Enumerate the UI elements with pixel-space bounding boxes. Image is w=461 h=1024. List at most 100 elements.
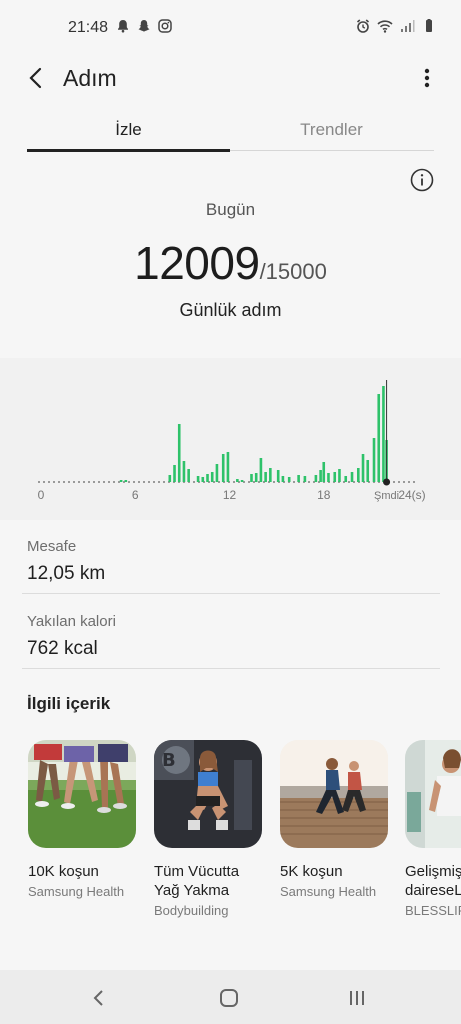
battery-icon: [426, 19, 432, 32]
chart-bar: [314, 475, 318, 482]
navigation-bar: [0, 970, 461, 1024]
chart-bar: [327, 473, 330, 482]
chart-bar: [221, 454, 225, 482]
chart-bar: [259, 458, 263, 482]
related-content: İlgili içerik 10K koşun Samsung Health B…: [0, 670, 461, 970]
chart-bar: [236, 479, 239, 482]
stat-distance-value: 12,05 km: [27, 563, 106, 584]
chart-bar: [124, 480, 128, 482]
steps-caption: Günlük adım: [179, 300, 282, 320]
chart-bar: [168, 475, 172, 482]
chart-bar: [182, 461, 186, 482]
svg-text:B: B: [162, 750, 176, 771]
x-tick-label: 18: [317, 488, 331, 502]
card-title-line: Tüm Vücutta: [154, 863, 240, 880]
x-tick-label: 12: [223, 488, 237, 502]
chart-bar: [357, 468, 360, 482]
chart-bar: [276, 470, 280, 482]
active-tab-indicator: [27, 149, 230, 152]
stats-section: Mesafe 12,05 km Yakılan kalori 762 kcal: [0, 520, 461, 670]
info-icon: [410, 168, 434, 192]
step-chart-svg: 0 6 12 18 Şmdi 24(s): [38, 380, 426, 502]
card-title-line: daireseL: [405, 882, 461, 899]
card-title: 5K koşun: [280, 863, 343, 880]
card-source: BLESSLIF: [405, 903, 461, 918]
card-source: Samsung Health: [280, 884, 377, 899]
day-label: Bugün: [205, 200, 256, 219]
x-tick-label: 6: [132, 488, 139, 502]
nav-back-button[interactable]: [84, 984, 114, 1012]
chart-bar: [322, 462, 326, 482]
chart-bar: [240, 480, 244, 482]
chart-bar: [201, 477, 205, 482]
tab-trendler[interactable]: Trendler: [230, 114, 433, 150]
content-card[interactable]: Gelişmiş daireseL BLESSLIF: [405, 740, 461, 918]
chart-bar: [269, 468, 272, 482]
back-icon: [93, 990, 103, 1006]
tab-izle[interactable]: İzle: [27, 114, 230, 150]
wifi-icon: [377, 20, 393, 33]
chart-bar: [215, 464, 219, 482]
runners-legs-image: [28, 740, 136, 848]
content-card[interactable]: B Tüm Vücutta Yağ Yakma Bodybuilding: [154, 740, 264, 918]
runners-boardwalk-image: [280, 740, 388, 848]
more-options-button[interactable]: [415, 62, 439, 94]
chart-bar: [206, 474, 209, 482]
app-header: Adım: [0, 54, 461, 114]
card-source: Bodybuilding: [154, 903, 229, 918]
status-bar: 21:48: [0, 0, 461, 54]
chart-bar: [281, 476, 285, 482]
chart-bar: [287, 477, 291, 482]
chart-bar: [303, 476, 307, 482]
chart-bar: [350, 472, 354, 482]
chart-bar: [254, 473, 258, 482]
card-title: 10K koşun: [28, 863, 99, 880]
x-tick-label: 24(s): [398, 488, 425, 502]
nav-home-button[interactable]: [214, 984, 244, 1012]
step-summary: Bugün 12009/15000 Günlük adım: [0, 158, 461, 358]
snapchat-icon: [138, 20, 150, 32]
content-card[interactable]: 10K koşun Samsung Health: [28, 740, 138, 899]
instagram-icon: [158, 19, 172, 33]
nav-recent-apps-button[interactable]: [342, 984, 372, 1012]
step-chart[interactable]: 0 6 12 18 Şmdi 24(s): [0, 358, 461, 520]
stat-calories-label: Yakılan kalori: [27, 613, 116, 630]
more-vertical-icon: [424, 68, 430, 88]
divider: [22, 593, 440, 594]
woman-training-image: [405, 740, 461, 848]
stat-calories-value: 762 kcal: [27, 638, 98, 659]
tab-divider: [230, 150, 434, 151]
stat-calories: Yakılan kalori 762 kcal: [27, 613, 440, 660]
chart-bar: [372, 438, 376, 482]
card-title-line: Gelişmiş: [405, 863, 461, 880]
chart-bar: [119, 480, 123, 482]
info-button[interactable]: [410, 168, 434, 192]
chart-bar: [177, 424, 181, 482]
arrow-left-icon: [29, 67, 42, 89]
chart-bar: [297, 475, 300, 482]
bell-icon: [118, 20, 128, 33]
x-tick-label: 0: [38, 488, 45, 502]
recent-apps-icon: [350, 991, 364, 1005]
card-title-line: Yağ Yakma: [154, 882, 230, 899]
chart-bar: [319, 470, 322, 482]
related-title: İlgili içerik: [27, 694, 111, 713]
status-time: 21:48: [68, 19, 109, 36]
chart-bar: [377, 394, 381, 482]
alarm-icon: [356, 19, 370, 33]
content-card[interactable]: 5K koşun Samsung Health: [280, 740, 390, 899]
steps-row: 12009/15000: [0, 236, 461, 290]
x-tick-label: Şmdi: [374, 490, 399, 502]
chart-bar: [361, 454, 365, 482]
steps-value: 12009: [134, 237, 260, 289]
chart-bar: [382, 386, 385, 482]
chart-bar: [226, 452, 230, 482]
back-button[interactable]: [20, 62, 52, 94]
chart-bar: [366, 460, 370, 482]
chart-bar: [344, 476, 348, 482]
steps-goal: /15000: [259, 259, 327, 284]
page-title: Adım: [63, 65, 117, 91]
chart-bar: [338, 469, 341, 482]
chart-bar: [264, 472, 267, 482]
divider: [22, 668, 440, 669]
